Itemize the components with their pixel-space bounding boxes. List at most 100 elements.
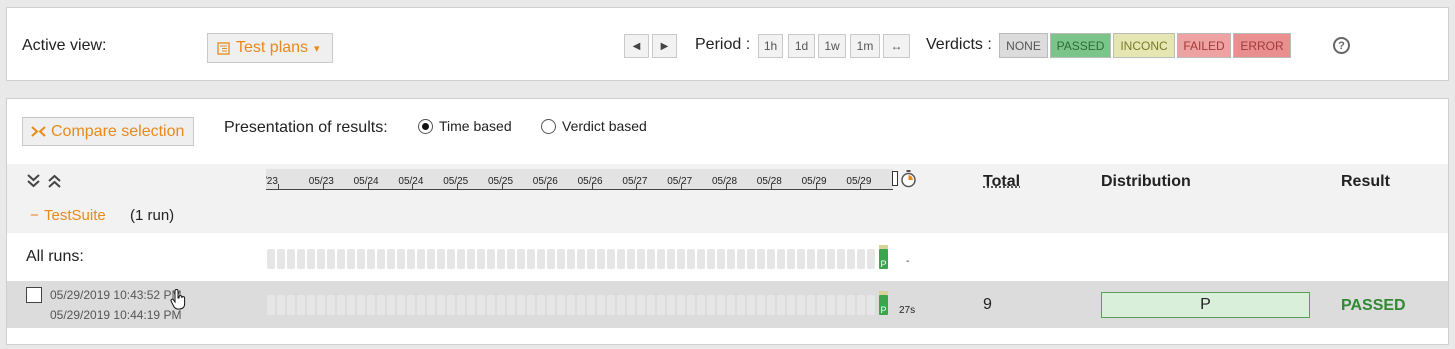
timeline-slot <box>527 249 535 269</box>
timeline-slot <box>697 295 705 315</box>
previous-period-button[interactable]: ◀ <box>624 34 649 58</box>
timeline-slot <box>547 295 555 315</box>
timeline-tick-label: 05/25 <box>488 176 514 187</box>
compare-selection-button[interactable]: Compare selection <box>22 117 194 146</box>
timeline-slot <box>357 295 365 315</box>
timeline-slot <box>267 249 275 269</box>
timeline-slot <box>657 249 665 269</box>
timeline-slot <box>657 295 665 315</box>
timeline-slot <box>587 295 595 315</box>
timeline-slot <box>807 249 815 269</box>
passed-run-marker[interactable]: P <box>879 291 888 315</box>
period-1m-button[interactable]: 1m <box>850 34 880 58</box>
timeline-slot <box>317 249 325 269</box>
distribution-pass-label: P <box>1200 296 1211 313</box>
timeline-slot <box>767 249 775 269</box>
timeline-slot <box>607 295 615 315</box>
timeline-tick-label: 05/25 <box>443 176 469 187</box>
timeline-slot <box>277 249 285 269</box>
timeline-slot <box>717 249 725 269</box>
verdict-based-radio[interactable]: Verdict based <box>541 118 647 134</box>
suite-run-count: (1 run) <box>130 207 175 224</box>
suite-name-link[interactable]: TestSuite <box>44 207 106 224</box>
timeline-slot <box>387 295 395 315</box>
timeline-slot <box>737 295 745 315</box>
timeline-tick-label: 05/27 <box>667 176 693 187</box>
time-based-radio[interactable]: Time based <box>418 118 512 134</box>
timeline-slot <box>417 249 425 269</box>
timeline-slot <box>557 249 565 269</box>
verdict-passed-toggle[interactable]: PASSED <box>1050 33 1111 58</box>
active-view-value: Test plans <box>236 39 309 56</box>
timeline-slot <box>517 295 525 315</box>
period-1d-button[interactable]: 1d <box>788 34 815 58</box>
period-1h-button[interactable]: 1h <box>758 34 783 58</box>
run-end-time: 05/29/2019 10:44:19 PM <box>50 308 182 322</box>
expand-all-icon[interactable] <box>27 174 40 188</box>
verdict-based-label: Verdict based <box>562 118 647 134</box>
timeline-slot <box>637 249 645 269</box>
verdict-inconc-toggle[interactable]: INCONC <box>1113 33 1175 58</box>
timeline-tick-label: 05/28 <box>756 176 782 187</box>
timeline-slot <box>817 295 825 315</box>
timeline-tick-label: 05/29 <box>846 176 872 187</box>
timeline-slot <box>557 295 565 315</box>
timeline-slot <box>847 249 855 269</box>
timeline-slot <box>347 295 355 315</box>
presentation-label: Presentation of results: <box>224 119 388 136</box>
timeline-slot <box>707 249 715 269</box>
run-select-checkbox[interactable] <box>26 287 42 303</box>
toolbar-panel: Active view: Test plans ▾ ◀ ▶ Period : 1… <box>6 7 1449 81</box>
help-icon[interactable]: ? <box>1333 37 1350 54</box>
timeline-slot <box>357 249 365 269</box>
verdict-none-toggle[interactable]: NONE <box>999 33 1048 58</box>
timeline-slot <box>427 249 435 269</box>
timeline-slot <box>407 249 415 269</box>
verdict-error-toggle[interactable]: ERROR <box>1233 33 1291 58</box>
timeline-slot <box>487 295 495 315</box>
timeline-scale[interactable]: /23 05/23 05/24 05/24 05/25 05/25 05/26 05/26 05… <box>266 169 893 190</box>
timeline-tick-label: 05/24 <box>398 176 424 187</box>
timeline-slot <box>377 295 385 315</box>
timeline-slot <box>707 295 715 315</box>
collapse-all-icon[interactable] <box>48 174 61 188</box>
timeline-slot <box>677 295 685 315</box>
period-all-button[interactable]: ↔ <box>883 34 910 58</box>
results-panel: Compare selection Presentation of result… <box>6 98 1449 345</box>
radio-unselected-icon <box>541 118 556 134</box>
timeline-slot <box>617 249 625 269</box>
next-period-button[interactable]: ▶ <box>652 34 677 58</box>
hand-cursor-icon <box>170 289 186 310</box>
timeline-slot <box>307 249 315 269</box>
timeline-slot <box>497 249 505 269</box>
test-suite-row: − TestSuite (1 run) <box>7 200 1448 233</box>
timeline-handle[interactable] <box>892 171 898 186</box>
timeline-tick-label: /23 <box>266 176 278 187</box>
timeline-slot <box>727 249 735 269</box>
suite-collapse-toggle[interactable]: − <box>30 207 39 224</box>
timeline-slot <box>857 295 865 315</box>
period-1w-button[interactable]: 1w <box>818 34 846 58</box>
verdicts-label: Verdicts : <box>926 36 992 53</box>
total-column-header[interactable]: Total <box>983 173 1020 191</box>
run-start-time: 05/29/2019 10:43:52 PM <box>50 288 182 302</box>
all-runs-duration: - <box>906 256 910 267</box>
timeline-slot <box>627 249 635 269</box>
timeline-slot <box>437 295 445 315</box>
timeline-slot <box>547 249 555 269</box>
verdict-failed-toggle[interactable]: FAILED <box>1177 33 1231 58</box>
timeline-slot <box>627 295 635 315</box>
all-runs-timeline: P <box>267 245 888 269</box>
run-timeline: P <box>267 291 888 315</box>
period-label: Period : <box>695 36 751 53</box>
timeline-slot <box>297 295 305 315</box>
stopwatch-icon[interactable] <box>900 169 917 188</box>
timeline-slot <box>447 249 455 269</box>
active-view-dropdown[interactable]: Test plans ▾ <box>207 33 333 63</box>
timeline-slot <box>727 295 735 315</box>
passed-run-marker[interactable]: P <box>879 245 888 269</box>
timeline-slot <box>687 295 695 315</box>
timeline-slot <box>837 295 845 315</box>
timeline-slot <box>757 295 765 315</box>
run-distribution-bar[interactable]: P <box>1101 292 1310 318</box>
